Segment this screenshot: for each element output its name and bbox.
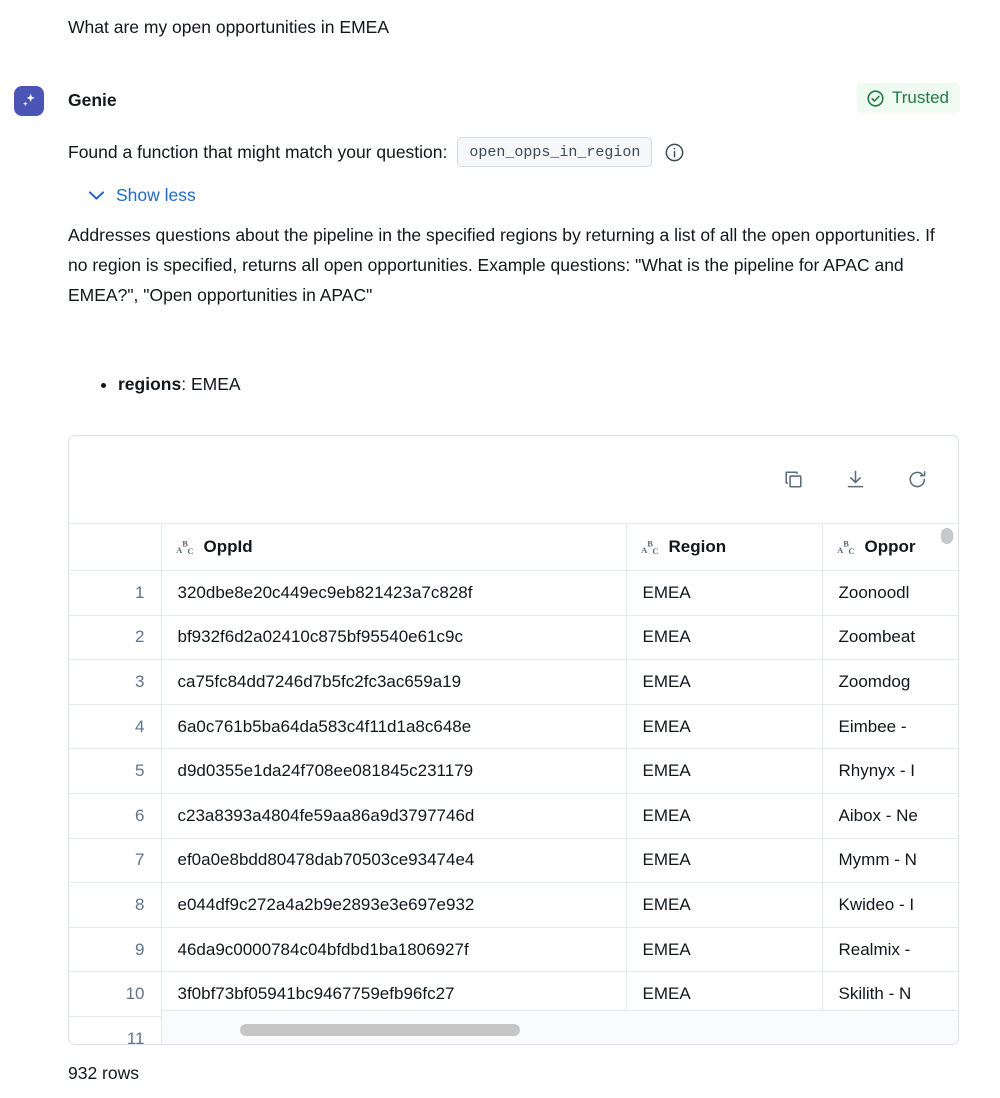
table-row[interactable]: 2 bf932f6d2a02410c875bf95540e61c9c EMEA …	[69, 615, 958, 661]
info-circle-icon[interactable]	[664, 142, 685, 163]
cell-opportunity: Eimbee -	[822, 704, 958, 750]
column-header-label: OppId	[203, 537, 253, 556]
cell-opportunity: Rhynyx - I	[822, 748, 958, 794]
row-number-header	[69, 523, 162, 571]
cell-region: EMEA	[626, 659, 823, 705]
cell-oppid: e044df9c272a4a2b9e2893e3e697e932	[161, 882, 627, 928]
cell-oppid: d9d0355e1da24f708ee081845c231179	[161, 748, 627, 794]
table-toolbar	[69, 436, 958, 523]
result-table: A B C OppId A B C Region A B C Oppor 1 3…	[69, 523, 958, 1044]
status-badge: Trusted	[856, 83, 960, 113]
assistant-header: Genie Trusted	[14, 83, 960, 122]
row-number: 5	[69, 748, 162, 794]
table-row[interactable]: 4 6a0c761b5ba64da583c4f11d1a8c648e EMEA …	[69, 704, 958, 750]
status-badge-label: Trusted	[891, 88, 949, 107]
list-item: regions: EMEA	[118, 370, 868, 398]
table-row[interactable]: 8 e044df9c272a4a2b9e2893e3e697e932 EMEA …	[69, 882, 958, 928]
download-icon[interactable]	[840, 465, 870, 495]
svg-text:C: C	[652, 546, 658, 555]
column-header-opportunity[interactable]: A B C Oppor	[822, 523, 958, 571]
function-name-chip[interactable]: open_opps_in_region	[457, 137, 653, 167]
sparkle-icon	[14, 86, 44, 116]
column-header-label: Oppor	[864, 537, 916, 556]
column-header-region[interactable]: A B C Region	[626, 523, 823, 571]
last-row-overlay	[162, 1010, 957, 1044]
cell-region: EMEA	[626, 704, 823, 750]
table-row[interactable]: 6 c23a8393a4804fe59aa86a9d3797746d EMEA …	[69, 793, 958, 839]
check-circle-icon	[866, 89, 885, 108]
function-match-prefix: Found a function that might match your q…	[68, 142, 448, 162]
cell-oppid: ef0a0e8bdd80478dab70503ce93474e4	[161, 838, 627, 884]
row-number: 4	[69, 704, 162, 750]
cell-oppid: ca75fc84dd7246d7b5fc2fc3ac659a19	[161, 659, 627, 705]
cell-oppid: 46da9c0000784c04bfdbd1ba1806927f	[161, 927, 627, 973]
column-header-oppid[interactable]: A B C OppId	[161, 523, 627, 571]
cell-opportunity: Zoomdog	[822, 659, 958, 705]
svg-text:C: C	[187, 546, 193, 555]
table-row[interactable]: 7 ef0a0e8bdd80478dab70503ce93474e4 EMEA …	[69, 838, 958, 884]
function-description: Addresses questions about the pipeline i…	[68, 225, 935, 305]
string-type-icon: A B C	[837, 539, 856, 555]
cell-oppid: c23a8393a4804fe59aa86a9d3797746d	[161, 793, 627, 839]
copy-icon[interactable]	[778, 465, 808, 495]
function-parameters-list: regions: EMEA	[68, 370, 868, 398]
row-count-label: 932 rows	[68, 1063, 140, 1083]
cell-region: EMEA	[626, 927, 823, 973]
table-row[interactable]: 9 46da9c0000784c04bfdbd1ba1806927f EMEA …	[69, 927, 958, 973]
cell-region: EMEA	[626, 793, 823, 839]
svg-text:C: C	[848, 546, 854, 555]
function-match-line: Found a function that might match your q…	[68, 137, 685, 167]
column-header-label: Region	[668, 537, 727, 556]
row-number: 2	[69, 615, 162, 661]
table-row[interactable]: 3 ca75fc84dd7246d7b5fc2fc3ac659a19 EMEA …	[69, 659, 958, 705]
cell-oppid: 320dbe8e20c449ec9eb821423a7c828f	[161, 570, 627, 616]
table-header-row: A B C OppId A B C Region A B C Oppor	[69, 523, 958, 571]
row-number: 7	[69, 838, 162, 884]
result-table-card: A B C OppId A B C Region A B C Oppor 1 3…	[68, 435, 959, 1045]
cell-oppid: bf932f6d2a02410c875bf95540e61c9c	[161, 615, 627, 661]
cell-opportunity: Aibox - Ne	[822, 793, 958, 839]
assistant-name: Genie	[68, 90, 117, 110]
row-number: 11	[69, 1016, 162, 1044]
refresh-icon[interactable]	[902, 465, 932, 495]
cell-oppid: 6a0c761b5ba64da583c4f11d1a8c648e	[161, 704, 627, 750]
show-less-label: Show less	[116, 185, 196, 205]
string-type-icon: A B C	[641, 539, 660, 555]
table-row[interactable]: 1 320dbe8e20c449ec9eb821423a7c828f EMEA …	[69, 570, 958, 616]
cell-region: EMEA	[626, 615, 823, 661]
row-number: 10	[69, 971, 162, 1017]
table-row[interactable]: 5 d9d0355e1da24f708ee081845c231179 EMEA …	[69, 748, 958, 794]
cell-opportunity: Realmix -	[822, 927, 958, 973]
string-type-icon: A B C	[176, 539, 195, 555]
parameter-separator: :	[181, 374, 191, 394]
cell-region: EMEA	[626, 748, 823, 794]
show-less-toggle[interactable]: Show less	[88, 183, 196, 207]
cell-opportunity: Kwideo - I	[822, 882, 958, 928]
cell-region: EMEA	[626, 882, 823, 928]
cell-region: EMEA	[626, 838, 823, 884]
chevron-down-icon	[88, 190, 105, 201]
row-number: 9	[69, 927, 162, 973]
cell-region: EMEA	[626, 570, 823, 616]
genie-conversation-page: What are my open opportunities in EMEA G…	[0, 0, 1000, 1098]
user-question-text: What are my open opportunities in EMEA	[68, 17, 389, 37]
cell-opportunity: Zoonoodl	[822, 570, 958, 616]
table-body: 1 320dbe8e20c449ec9eb821423a7c828f EMEA …	[69, 570, 958, 1044]
parameter-value: EMEA	[190, 374, 241, 394]
parameter-name: regions	[118, 374, 182, 394]
row-number: 8	[69, 882, 162, 928]
row-number: 1	[69, 570, 162, 616]
cell-opportunity: Zoombeat	[822, 615, 958, 661]
cell-opportunity: Mymm - N	[822, 838, 958, 884]
result-grid[interactable]: A B C OppId A B C Region A B C Oppor 1 3…	[69, 523, 958, 1044]
row-number: 6	[69, 793, 162, 839]
row-number: 3	[69, 659, 162, 705]
